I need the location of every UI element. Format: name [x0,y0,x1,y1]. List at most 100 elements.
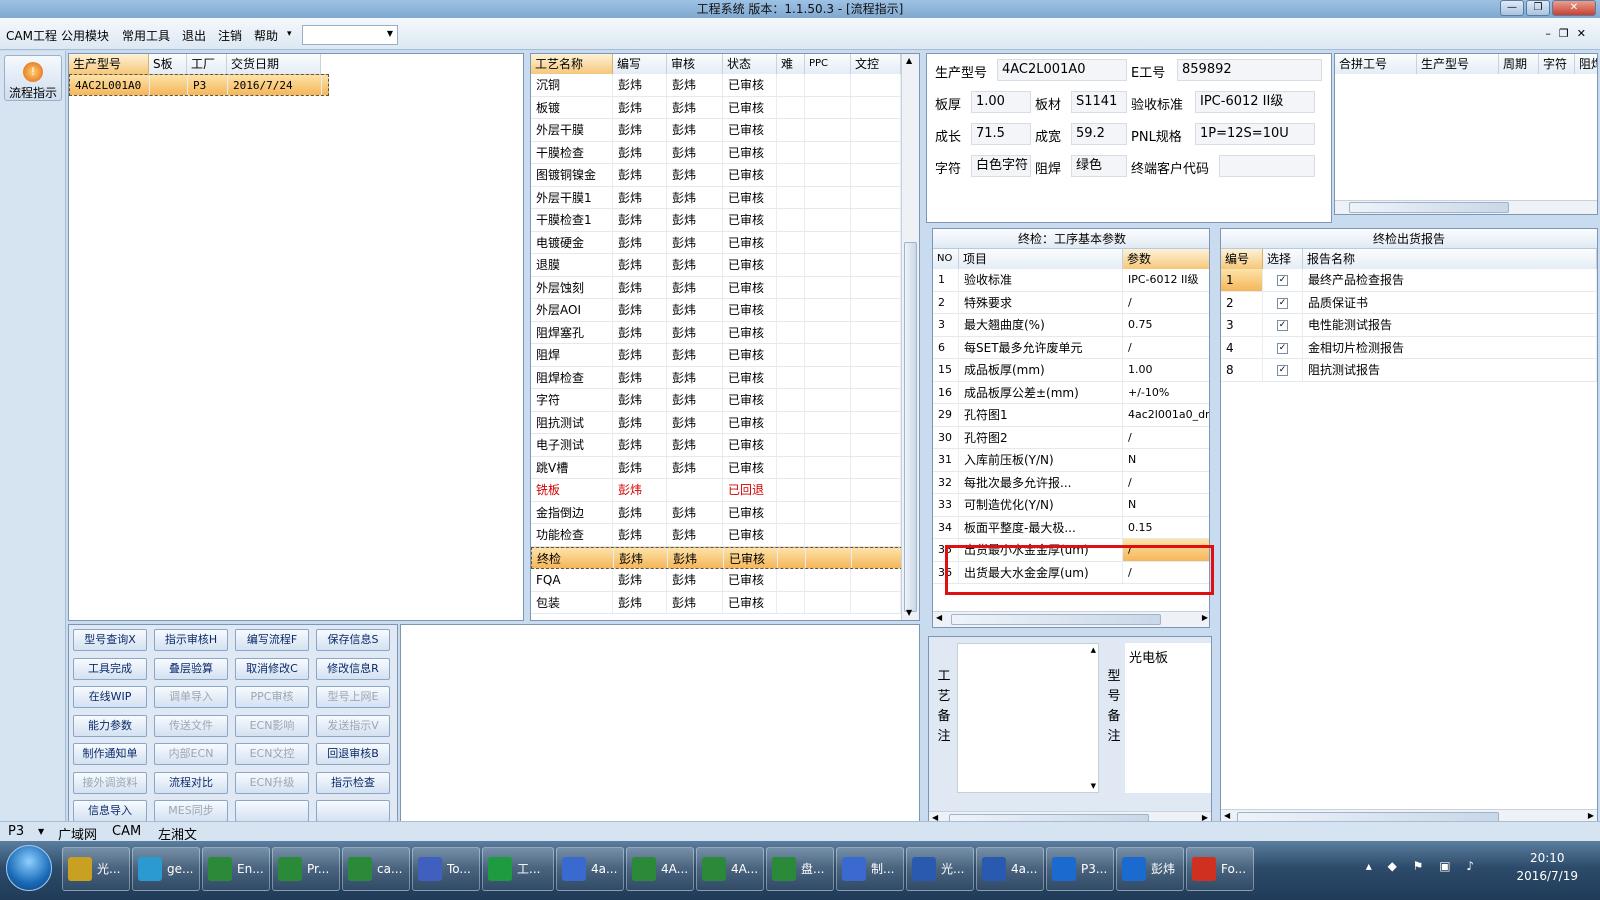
param-row[interactable]: 16 成品板厚公差±(mm) +/-10% [933,381,1209,404]
table-row[interactable]: 电镀硬金 彭炜 彭炜 已审核 [531,231,903,254]
col-report-no[interactable]: 编号 [1221,249,1263,269]
menu-logout[interactable]: 注销 [218,27,242,44]
taskbar-item[interactable]: To... [412,847,480,891]
system-tray[interactable]: ▴ ◆ ⚑ ▣ ♪ [1366,859,1480,873]
taskbar-item[interactable]: Pr... [272,847,340,891]
start-button[interactable] [6,845,52,891]
param-row[interactable]: 3 最大翘曲度(%) 0.75 [933,314,1209,337]
length-field[interactable]: 71.5 [971,123,1031,145]
action-button-2-0[interactable]: 在线WIP [73,686,147,708]
process-note-input[interactable]: ▲ ▼ [957,643,1099,793]
action-button-1-2[interactable]: 取消修改C [235,657,309,680]
taskbar-item[interactable]: 4A... [696,847,764,891]
report-row[interactable]: 2 ✓ 品质保证书 [1221,291,1597,314]
thick-field[interactable]: 1.00 [971,91,1031,113]
pnl-field[interactable]: 1P=12S=10U [1195,123,1315,145]
col-status[interactable]: 状态 [723,54,777,74]
scroll-left-icon[interactable]: ◀ [1224,811,1230,820]
param-row[interactable]: 2 特殊要求 / [933,291,1209,314]
param-value-cell[interactable]: IPC-6012 II级 [1123,269,1209,291]
table-row[interactable]: 阻焊 彭炜 彭炜 已审核 [531,344,903,367]
col-cycle[interactable]: 周期 [1499,54,1539,74]
col-no[interactable]: NO [933,249,959,269]
restore-icon[interactable]: ❐ [1526,0,1550,16]
table-row[interactable]: 包装 彭炜 彭炜 已审核 [531,591,903,614]
param-value-cell[interactable]: 0.75 [1123,314,1209,336]
taskbar-item[interactable]: P3... [1046,847,1114,891]
table-row[interactable]: 终检 彭炜 彭炜 已审核 [531,546,903,569]
param-value-cell[interactable]: / [1123,472,1209,494]
scroll-right-icon[interactable]: ▶ [1588,811,1594,820]
col-report-name[interactable]: 报告名称 [1303,249,1597,269]
clock[interactable]: 20:10 2016/7/19 [1516,849,1578,885]
taskbar-item[interactable]: 制... [836,847,904,891]
combine-hscroll[interactable] [1335,200,1597,214]
param-value-cell[interactable]: / [1123,292,1209,314]
table-row[interactable]: 跳V槽 彭炜 彭炜 已审核 [531,456,903,479]
taskbar-item[interactable]: 4A... [626,847,694,891]
action-button-5-3[interactable]: 指示检查 [316,771,390,794]
checkbox[interactable]: ✓ [1277,297,1288,309]
table-row[interactable]: FQA 彭炜 彭炜 已审核 [531,569,903,592]
action-button-0-2[interactable]: 编写流程F [235,629,309,651]
report-row[interactable]: 3 ✓ 电性能测试报告 [1221,314,1597,337]
scroll-down-icon[interactable]: ▼ [906,608,912,617]
scroll-up-icon[interactable]: ▲ [906,56,912,65]
taskbar-item[interactable]: 盘... [766,847,834,891]
factory-select[interactable]: P3 [8,824,24,839]
col-difficulty[interactable]: 难 [777,54,805,74]
table-row[interactable]: 阻焊塞孔 彭炜 彭炜 已审核 [531,321,903,344]
action-button-0-0[interactable]: 型号查询X [73,629,147,651]
col-combine-no[interactable]: 合拼工号 [1335,54,1417,74]
checkbox[interactable]: ✓ [1277,365,1288,376]
param-row[interactable]: 31 入库前压板(Y/N) N [933,449,1209,472]
menu-cam[interactable]: CAM工程 [6,27,57,44]
taskbar-item[interactable]: 彭炜 [1116,847,1184,891]
action-button-0-3[interactable]: 保存信息S [316,629,390,651]
col-reviewer[interactable]: 审核 [667,54,723,74]
action-button-1-0[interactable]: 工具完成 [73,657,147,680]
table-row[interactable]: 退膜 彭炜 彭炜 已审核 [531,254,903,277]
param-row[interactable]: 6 每SET最多允许废单元 / [933,336,1209,359]
action-button-5-1[interactable]: 流程对比 [154,771,228,794]
report-row[interactable]: 8 ✓ 阻抗测试报告 [1221,359,1597,382]
menu-help[interactable]: 帮助 [254,27,278,44]
taskbar-item[interactable]: 4a... [976,847,1044,891]
table-row[interactable]: 干膜检查1 彭炜 彭炜 已审核 [531,209,903,232]
col-select[interactable]: 选择 [1263,249,1303,269]
material-field[interactable]: S1141 [1071,91,1127,113]
taskbar-item[interactable]: En... [202,847,270,891]
param-row[interactable]: 33 可制造优化(Y/N) N [933,494,1209,517]
taskbar-item[interactable]: 工... [482,847,554,891]
checkbox[interactable]: ✓ [1277,275,1288,286]
col-char[interactable]: 字符 [1539,54,1575,74]
taskbar-item[interactable]: Fo... [1186,847,1254,891]
action-button-4-3[interactable]: 回退审核B [316,743,390,765]
process-scrollbar[interactable]: ▲ ▼ [901,54,919,620]
action-button-6-2[interactable] [235,800,309,822]
action-button-3-0[interactable]: 能力参数 [73,714,147,737]
scroll-thumb[interactable] [904,242,917,612]
scroll-thumb[interactable] [951,614,1161,625]
scroll-down-icon[interactable]: ▼ [1091,782,1096,790]
action-button-6-3[interactable] [316,800,390,822]
table-row[interactable]: 干膜检查 彭炜 彭炜 已审核 [531,141,903,164]
customer-field[interactable] [1219,155,1315,177]
checkbox[interactable]: ✓ [1277,320,1288,331]
col-value[interactable]: 参数 [1123,249,1209,269]
char-field[interactable]: 白色字符 [971,155,1031,177]
taskbar-item[interactable]: 光... [62,847,130,891]
menu-common[interactable]: 公用模块 [61,27,109,44]
close-icon[interactable]: ✕ [1552,0,1596,16]
col-combine-model[interactable]: 生产型号 [1417,54,1499,74]
table-row[interactable]: 电子测试 彭炜 彭炜 已审核 [531,434,903,457]
col-s-board[interactable]: S板 [149,54,187,74]
scroll-left-icon[interactable]: ◀ [936,613,942,622]
table-row[interactable]: 阻焊检查 彭炜 彭炜 已审核 [531,366,903,389]
action-button-4-0[interactable]: 制作通知单 [73,743,147,765]
model-note-input[interactable]: 光电板 [1125,643,1211,793]
action-button-1-3[interactable]: 修改信息R [316,657,390,680]
table-row[interactable]: 外层蚀刻 彭炜 彭炜 已审核 [531,276,903,299]
param-row[interactable]: 15 成品板厚(mm) 1.00 [933,359,1209,382]
scroll-up-icon[interactable]: ▲ [1091,646,1096,654]
